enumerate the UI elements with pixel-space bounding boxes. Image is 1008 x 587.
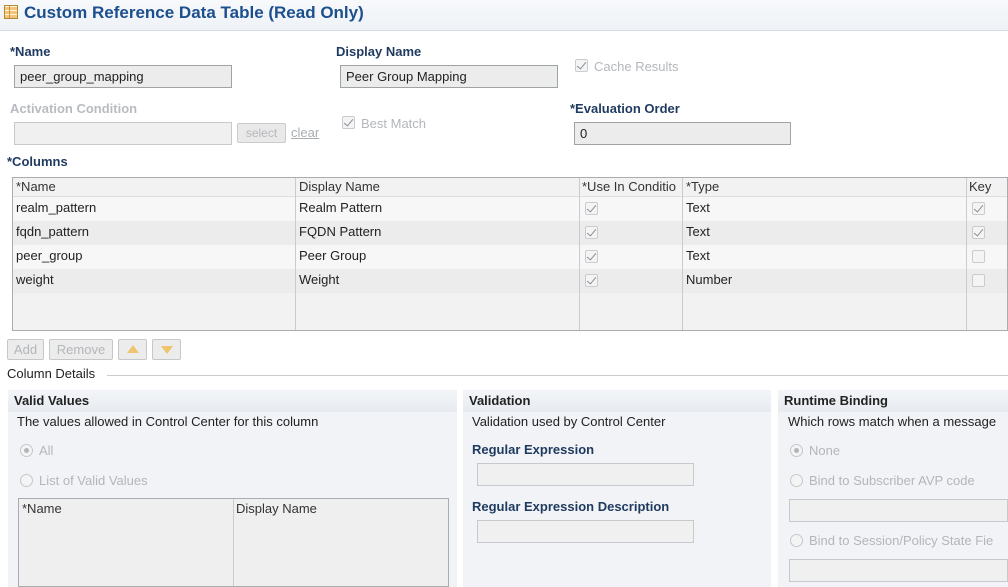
column-details-rule [107,375,1008,376]
list-of-valid-values-label: List of Valid Values [39,473,148,488]
use-in-condition-checkbox[interactable] [585,274,598,287]
cell-name: realm_pattern [16,200,97,215]
column-header-name[interactable]: *Name [16,179,56,194]
valid-values-header: Valid Values [8,390,457,412]
cell-type: Text [686,248,710,263]
key-checkbox[interactable] [972,202,985,215]
subscriber-avp-field[interactable] [789,499,1008,522]
cell-name: fqdn_pattern [16,224,90,239]
validation-header: Validation [463,390,771,412]
cell-type: Text [686,224,710,239]
cache-results-checkbox[interactable] [575,59,588,72]
bind-subscriber-avp-label: Bind to Subscriber AVP code [809,473,975,488]
column-divider [233,499,234,586]
column-details-title: Column Details [7,366,96,381]
cell-display-name: Weight [299,272,340,287]
all-radio-label: All [39,443,54,458]
best-match-label: Best Match [361,116,427,131]
cell-display-name: FQDN Pattern [299,224,382,239]
validation-description: Validation used by Control Center [472,414,666,429]
column-header-display-name[interactable]: Display Name [299,179,380,194]
column-divider [682,178,683,330]
move-up-button[interactable] [118,339,147,360]
regex-label: Regular Expression [472,442,595,457]
cache-results-label: Cache Results [594,59,679,74]
runtime-binding-description: Which rows match when a message [788,414,997,429]
page-header: Custom Reference Data Table (Read Only) [0,0,1008,31]
best-match-checkbox[interactable] [342,116,355,129]
valid-values-description: The values allowed in Control Center for… [17,414,319,429]
columns-table: realm_pattern Realm Pattern Text fqdn_pa… [12,177,1008,331]
table-row[interactable]: fqdn_pattern FQDN Pattern Text [13,221,1007,245]
list-of-valid-values-radio[interactable] [20,474,33,487]
runtime-binding-header: Runtime Binding [778,390,1008,412]
add-button[interactable]: Add [7,339,44,360]
valid-values-header-name[interactable]: *Name [22,501,62,516]
bind-session-policy-label: Bind to Session/Policy State Fie [809,533,994,548]
key-checkbox[interactable] [972,250,985,263]
select-button[interactable]: select [237,123,286,143]
clear-link[interactable]: clear [291,125,319,140]
use-in-condition-checkbox[interactable] [585,226,598,239]
all-radio[interactable] [20,444,33,457]
valid-values-header-display-name[interactable]: Display Name [236,501,317,516]
none-radio-label: None [809,443,841,458]
column-divider [966,178,967,330]
bind-subscriber-avp-radio[interactable] [790,474,803,487]
cell-type: Number [686,272,733,287]
key-checkbox[interactable] [972,274,985,287]
activation-condition-field[interactable] [14,122,232,145]
arrow-up-icon [127,345,139,353]
bind-session-policy-radio[interactable] [790,534,803,547]
use-in-condition-checkbox[interactable] [585,202,598,215]
column-header-type[interactable]: *Type [686,179,719,194]
valid-values-table: *Name Display Name [18,498,449,587]
page-title: Custom Reference Data Table (Read Only) [24,3,364,22]
name-label: *Name [10,44,51,59]
name-field[interactable]: peer_group_mapping [14,65,232,88]
table-row[interactable]: peer_group Peer Group Text [13,245,1007,269]
evaluation-order-field[interactable]: 0 [574,122,791,145]
activation-condition-label: Activation Condition [10,101,138,116]
cell-display-name: Peer Group [299,248,367,263]
none-radio[interactable] [790,444,803,457]
regex-description-label: Regular Expression Description [472,499,670,514]
table-row[interactable]: weight Weight Number [13,269,1007,293]
evaluation-order-label: *Evaluation Order [570,101,680,116]
column-divider [295,178,296,330]
cell-display-name: Realm Pattern [299,200,383,215]
header-divider [13,196,1007,197]
column-header-key[interactable]: Key [969,179,991,194]
display-name-label: Display Name [336,44,422,59]
cell-name: weight [16,272,54,287]
column-header-use-in-condition[interactable]: *Use In Conditio [582,179,681,194]
cell-type: Text [686,200,710,215]
key-checkbox[interactable] [972,226,985,239]
columns-label: *Columns [7,154,68,169]
regex-field[interactable] [477,463,694,486]
arrow-down-icon [161,346,173,354]
column-divider [579,178,580,330]
use-in-condition-checkbox[interactable] [585,250,598,263]
cell-name: peer_group [16,248,83,263]
table-icon [4,5,18,19]
display-name-field[interactable]: Peer Group Mapping [340,65,558,88]
regex-description-field[interactable] [477,520,694,543]
move-down-button[interactable] [152,339,181,360]
session-policy-field[interactable] [789,559,1008,582]
table-row[interactable]: realm_pattern Realm Pattern Text [13,197,1007,221]
remove-button[interactable]: Remove [49,339,113,360]
